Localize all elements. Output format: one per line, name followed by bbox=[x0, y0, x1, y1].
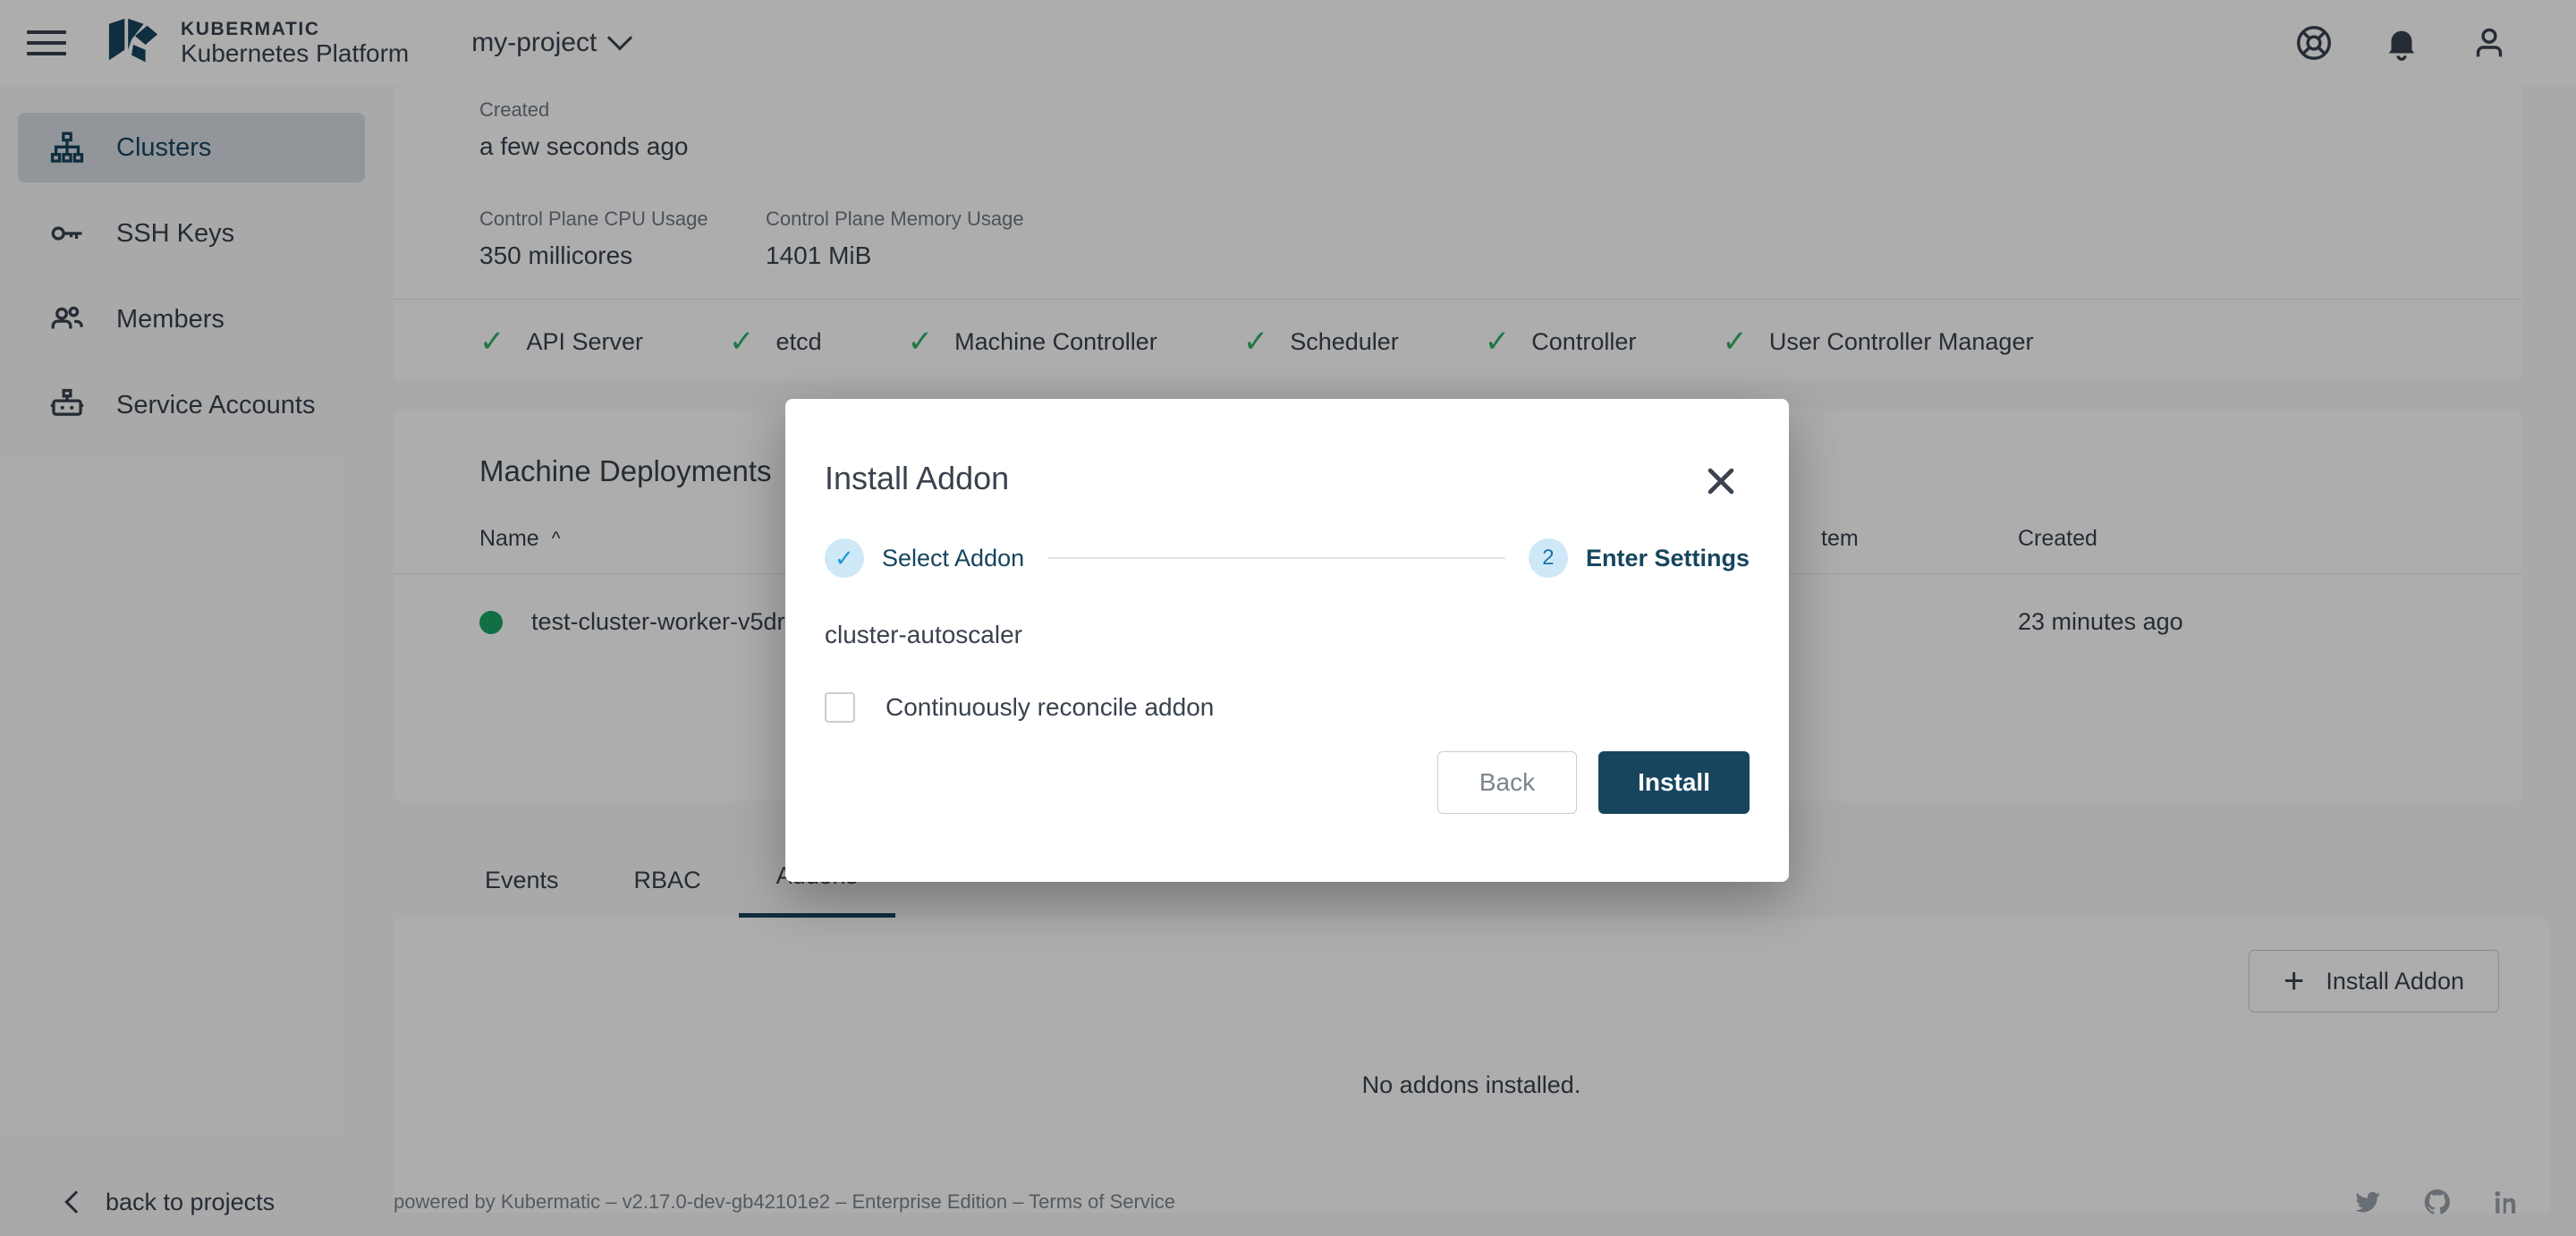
dialog-title: Install Addon bbox=[785, 399, 1789, 497]
app-root: KUBERMATIC Kubernetes Platform my-projec… bbox=[0, 0, 2576, 1236]
close-icon[interactable] bbox=[1701, 461, 1741, 501]
install-addon-dialog: Install Addon ✓ Select Addon 2 Enter Set… bbox=[785, 399, 1789, 882]
wizard-stepper: ✓ Select Addon 2 Enter Settings bbox=[785, 497, 1789, 578]
step-number: 2 bbox=[1529, 538, 1568, 578]
selected-addon-name: cluster-autoscaler bbox=[785, 578, 1789, 649]
reconcile-checkbox-label: Continuously reconcile addon bbox=[886, 693, 1214, 722]
reconcile-checkbox[interactable] bbox=[825, 692, 855, 723]
step-select-addon[interactable]: ✓ Select Addon bbox=[825, 538, 1024, 578]
dialog-actions: Back Install bbox=[1437, 751, 1750, 814]
step-label: Enter Settings bbox=[1586, 545, 1750, 572]
stepper-connector bbox=[1047, 557, 1505, 559]
step-check-icon: ✓ bbox=[825, 538, 864, 578]
install-button[interactable]: Install bbox=[1598, 751, 1750, 814]
reconcile-checkbox-row[interactable]: Continuously reconcile addon bbox=[785, 649, 1789, 723]
back-button[interactable]: Back bbox=[1437, 751, 1577, 814]
step-label: Select Addon bbox=[882, 545, 1024, 572]
step-enter-settings[interactable]: 2 Enter Settings bbox=[1529, 538, 1750, 578]
